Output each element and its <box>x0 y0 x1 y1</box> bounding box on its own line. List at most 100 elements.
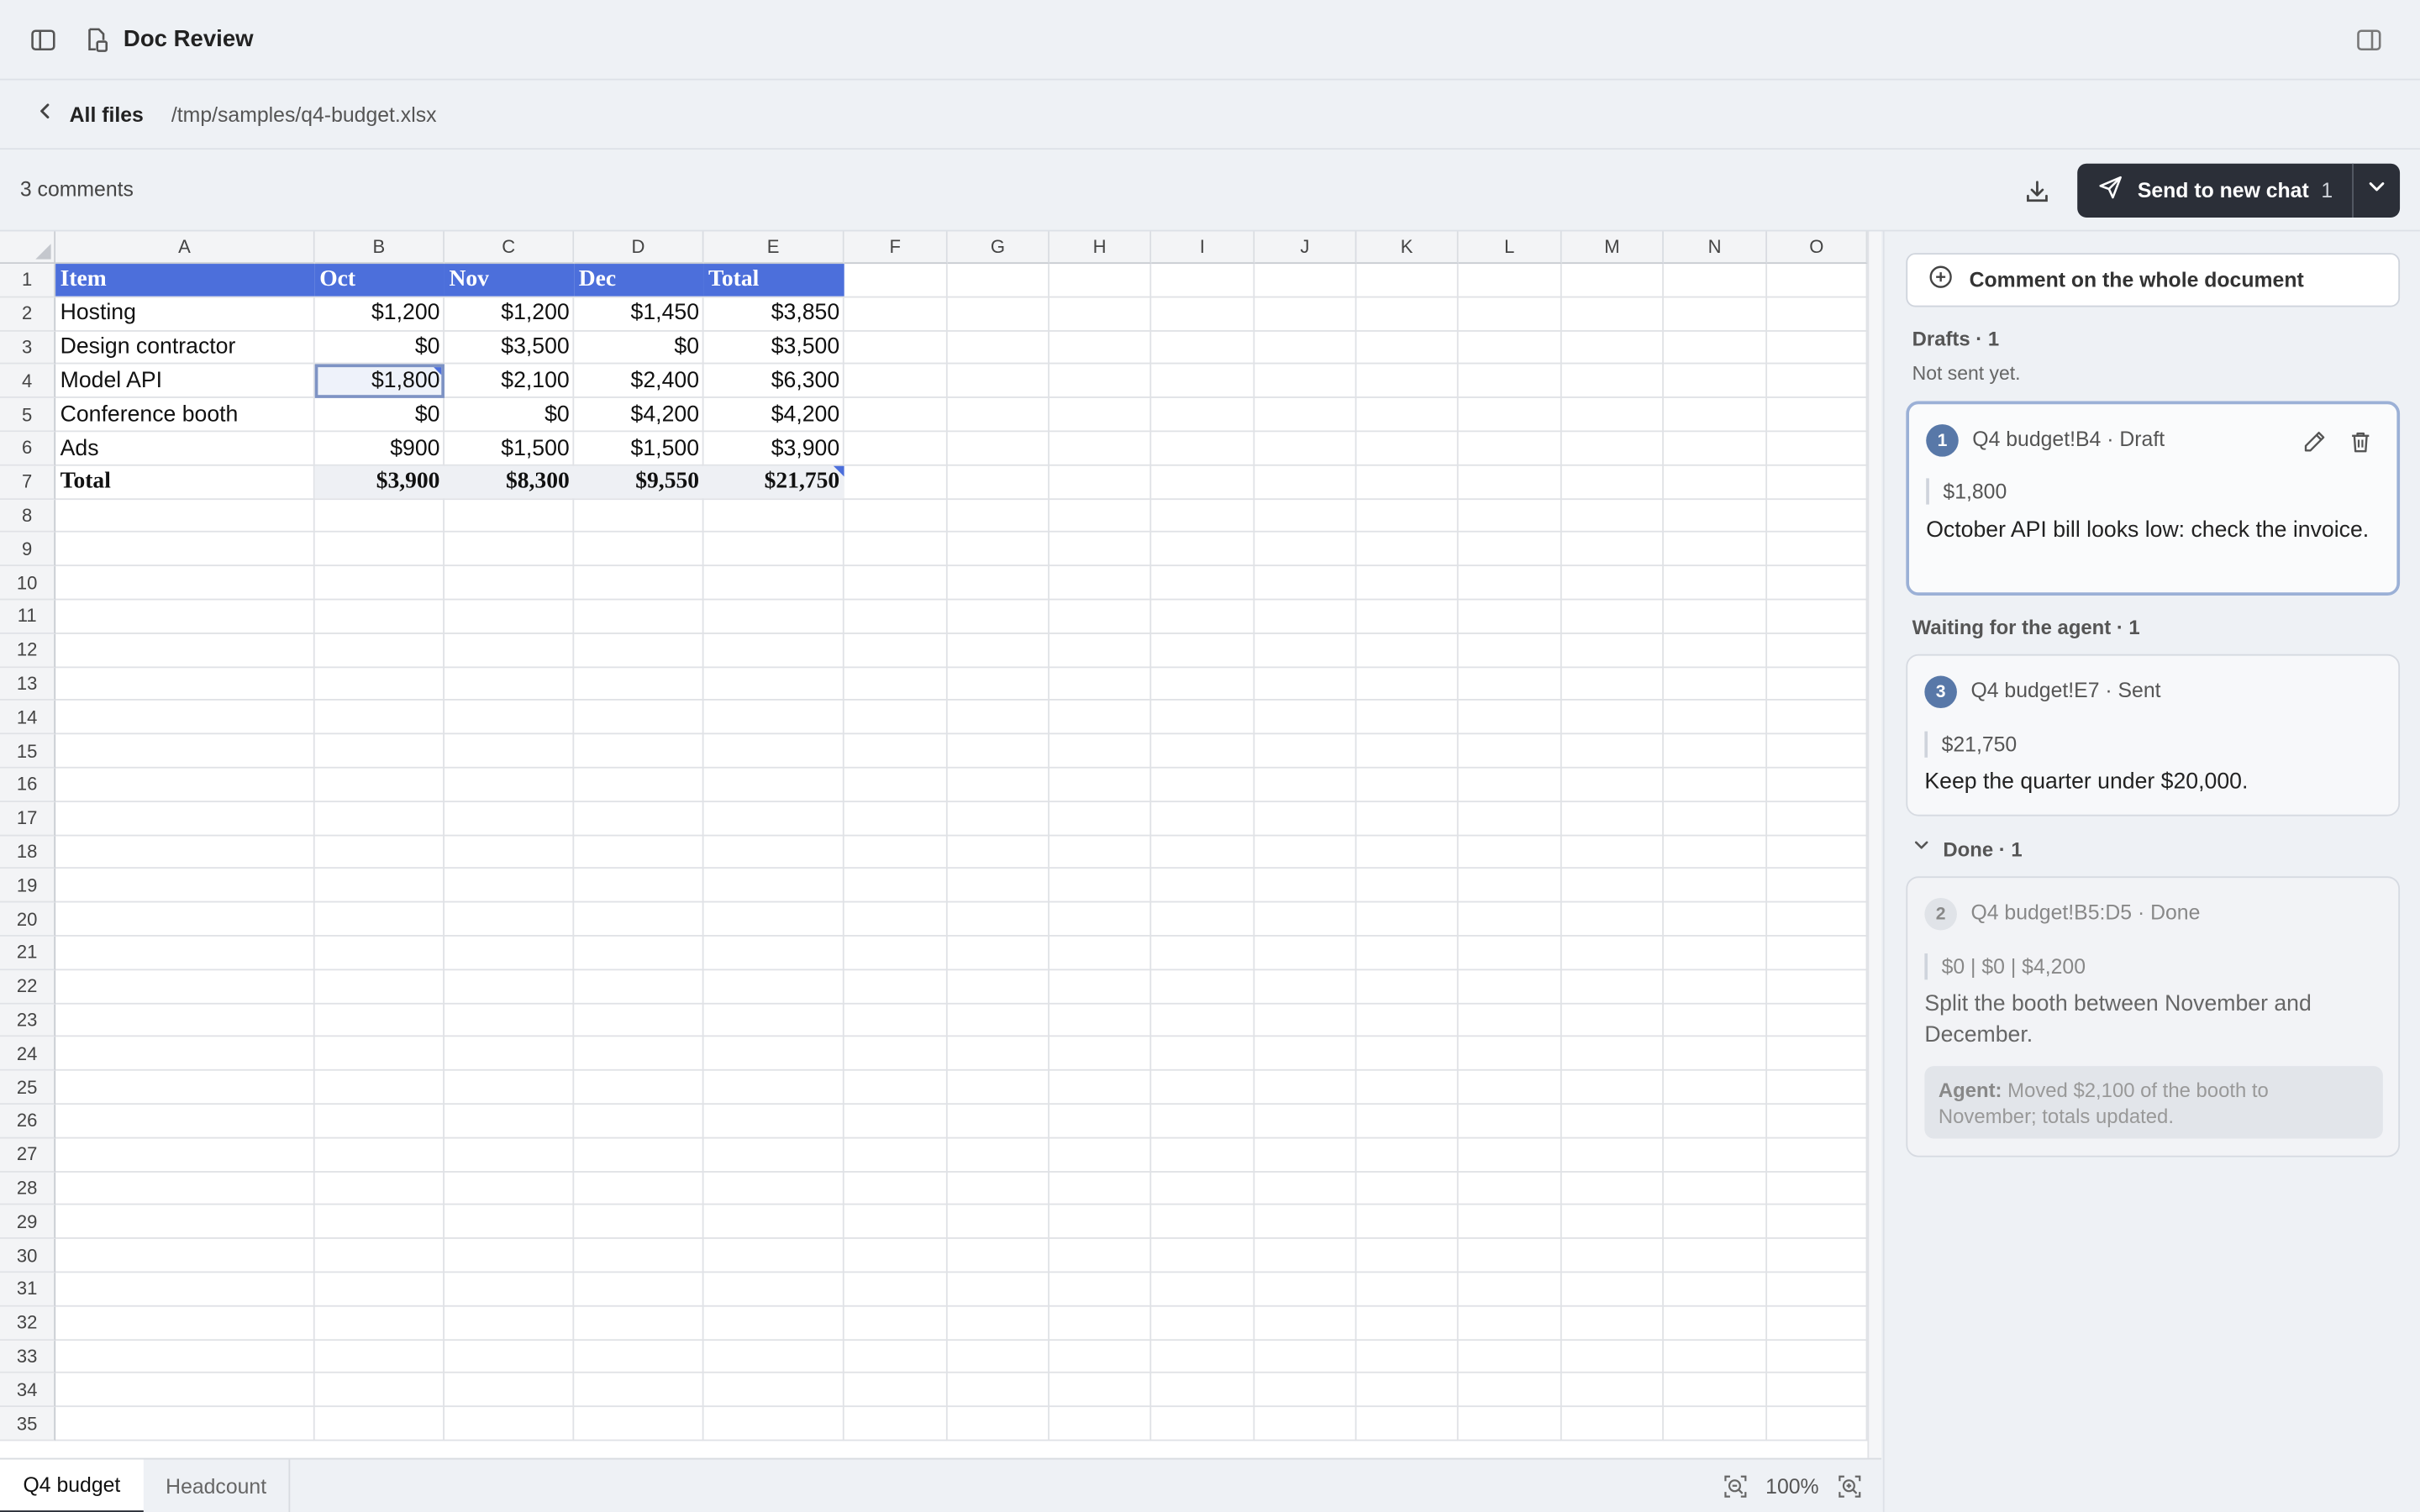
header-cell-c1[interactable]: Nov <box>444 264 575 297</box>
row-header-13[interactable]: 13 <box>0 667 56 701</box>
column-header-h[interactable]: H <box>1049 231 1152 265</box>
cell-c2[interactable]: $1,200 <box>445 297 574 330</box>
cell-d2[interactable]: $1,450 <box>574 297 703 330</box>
vertical-scrollbar[interactable] <box>1867 231 1881 1458</box>
cell-e4[interactable]: $6,300 <box>704 365 844 397</box>
total-cell-a7[interactable]: Total <box>55 465 315 498</box>
column-header-f[interactable]: F <box>844 231 948 265</box>
row-header-17[interactable]: 17 <box>0 801 56 836</box>
column-header-d[interactable]: D <box>574 231 704 265</box>
row-header-3[interactable]: 3 <box>0 331 56 365</box>
row-header-18[interactable]: 18 <box>0 835 56 869</box>
row-header-4[interactable]: 4 <box>0 365 56 399</box>
cell-b6[interactable]: $900 <box>315 432 445 465</box>
column-header-k[interactable]: K <box>1356 231 1459 265</box>
total-cell-d7[interactable]: $9,550 <box>574 465 704 499</box>
column-header-l[interactable]: L <box>1458 231 1562 265</box>
select-all-corner[interactable] <box>0 231 56 265</box>
draft-comment-card[interactable]: 1 Q4 budget!B4 · Draft $1,800 October AP… <box>1906 401 2401 596</box>
row-header-10[interactable]: 10 <box>0 566 56 601</box>
send-to-new-chat-button[interactable]: Send to new chat 1 <box>2077 164 2352 218</box>
cell-a4[interactable]: Model API <box>55 365 315 397</box>
column-header-i[interactable]: I <box>1151 231 1255 265</box>
column-header-m[interactable]: M <box>1561 231 1664 265</box>
total-cell-c7[interactable]: $8,300 <box>444 465 575 499</box>
row-header-28[interactable]: 28 <box>0 1172 56 1206</box>
cell-e6[interactable]: $3,900 <box>704 432 844 465</box>
cell-d4[interactable]: $2,400 <box>574 365 703 397</box>
cell-a5[interactable]: Conference booth <box>55 398 315 431</box>
cell-d3[interactable]: $0 <box>574 331 703 364</box>
column-header-c[interactable]: C <box>444 231 575 265</box>
header-cell-e1[interactable]: Total <box>703 264 844 297</box>
row-header-19[interactable]: 19 <box>0 869 56 903</box>
column-header-g[interactable]: G <box>947 231 1050 265</box>
done-section-toggle[interactable]: Done · 1 <box>1912 835 2023 863</box>
column-header-j[interactable]: J <box>1255 231 1357 265</box>
header-cell-b1[interactable]: Oct <box>314 264 445 297</box>
zoom-out-icon[interactable] <box>1718 1469 1751 1503</box>
row-header-32[interactable]: 32 <box>0 1306 56 1341</box>
header-cell-d1[interactable]: Dec <box>574 264 704 297</box>
column-header-n[interactable]: N <box>1663 231 1768 265</box>
cell-a2[interactable]: Hosting <box>55 297 315 330</box>
download-icon[interactable] <box>2020 175 2054 208</box>
cell-e5[interactable]: $4,200 <box>704 398 844 431</box>
column-header-a[interactable]: A <box>55 231 315 265</box>
trash-icon[interactable] <box>2343 424 2376 458</box>
sent-comment-card[interactable]: 3 Q4 budget!E7 · Sent $21,750 Keep the q… <box>1906 654 2401 816</box>
row-header-35[interactable]: 35 <box>0 1407 56 1441</box>
row-header-11[interactable]: 11 <box>0 600 56 634</box>
tab-headcount[interactable]: Headcount <box>144 1459 291 1512</box>
cell-c4[interactable]: $2,100 <box>445 365 574 397</box>
total-cell-b7[interactable]: $3,900 <box>314 465 445 499</box>
cell-b2[interactable]: $1,200 <box>315 297 445 330</box>
row-header-21[interactable]: 21 <box>0 936 56 970</box>
cell-e2[interactable]: $3,850 <box>704 297 844 330</box>
cell-b5[interactable]: $0 <box>315 398 445 431</box>
row-header-16[interactable]: 16 <box>0 768 56 802</box>
cell-a6[interactable]: Ads <box>55 432 315 465</box>
sidebar-toggle-icon[interactable] <box>29 25 57 53</box>
back-to-all-files-link[interactable]: All files <box>34 99 144 129</box>
row-header-1[interactable]: 1 <box>0 264 56 298</box>
row-header-12[interactable]: 12 <box>0 633 56 668</box>
selected-cell-b4[interactable]: $1,800 <box>314 365 445 398</box>
row-header-9[interactable]: 9 <box>0 533 56 567</box>
row-header-7[interactable]: 7 <box>0 465 56 500</box>
row-header-33[interactable]: 33 <box>0 1340 56 1374</box>
cell-d6[interactable]: $1,500 <box>574 432 703 465</box>
cell-c5[interactable]: $0 <box>445 398 574 431</box>
row-header-29[interactable]: 29 <box>0 1205 56 1240</box>
right-panel-toggle-icon[interactable] <box>2355 26 2383 54</box>
zoom-in-icon[interactable] <box>1833 1469 1866 1503</box>
row-header-30[interactable]: 30 <box>0 1239 56 1273</box>
done-comment-card[interactable]: 2 Q4 budget!B5:D5 · Done $0 | $0 | $4,20… <box>1906 876 2401 1158</box>
column-header-e[interactable]: E <box>703 231 844 265</box>
column-header-o[interactable]: O <box>1767 231 1868 265</box>
row-header-24[interactable]: 24 <box>0 1037 56 1072</box>
spreadsheet-grid[interactable]: A B C D E F G H I J K L M N O 1 2 3 4 5 6 7 8 9 10 11 12 13 14 15 16 17… <box>0 231 1881 1458</box>
cell-b3[interactable]: $0 <box>315 331 445 364</box>
edit-icon[interactable] <box>2296 424 2330 458</box>
total-cell-e7[interactable]: $21,750 <box>703 465 844 499</box>
row-header-31[interactable]: 31 <box>0 1273 56 1307</box>
row-header-26[interactable]: 26 <box>0 1105 56 1139</box>
row-header-15[interactable]: 15 <box>0 734 56 769</box>
comment-whole-document-button[interactable]: Comment on the whole document <box>1906 253 2401 307</box>
row-header-8[interactable]: 8 <box>0 499 56 533</box>
tab-q4-budget[interactable]: Q4 budget <box>0 1459 144 1512</box>
cell-c3[interactable]: $3,500 <box>445 331 574 364</box>
send-options-dropdown[interactable] <box>2354 164 2400 218</box>
row-header-20[interactable]: 20 <box>0 902 56 937</box>
row-header-23[interactable]: 23 <box>0 1003 56 1037</box>
cell-d5[interactable]: $4,200 <box>574 398 703 431</box>
row-header-27[interactable]: 27 <box>0 1138 56 1173</box>
row-header-6[interactable]: 6 <box>0 432 56 466</box>
row-header-2[interactable]: 2 <box>0 297 56 332</box>
cell-a3[interactable]: Design contractor <box>55 331 315 364</box>
row-header-22[interactable]: 22 <box>0 969 56 1004</box>
row-header-34[interactable]: 34 <box>0 1373 56 1408</box>
row-header-14[interactable]: 14 <box>0 701 56 735</box>
cell-c6[interactable]: $1,500 <box>445 432 574 465</box>
